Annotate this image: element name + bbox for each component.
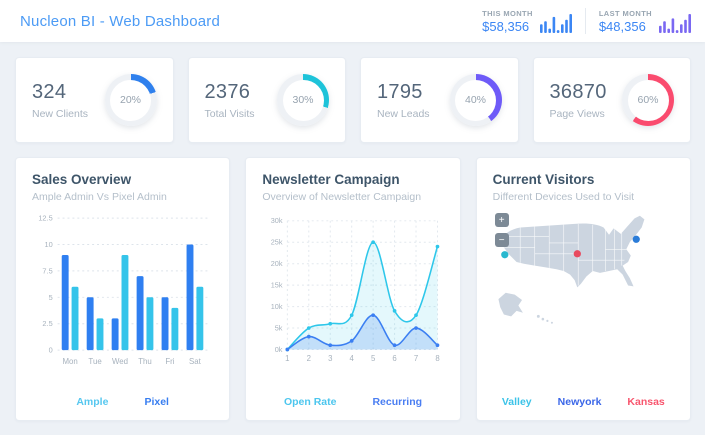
- legend-item-ample[interactable]: Ample: [76, 396, 108, 408]
- map-marker-newyork[interactable]: [632, 235, 640, 243]
- card-subtitle: Overview of Newsletter Campaign: [262, 191, 422, 203]
- stat-card-page-views: 36870 Page Views 60%: [532, 57, 691, 143]
- svg-text:5: 5: [49, 293, 53, 302]
- legend-item-pixel[interactable]: Pixel: [144, 396, 169, 408]
- svg-text:1: 1: [286, 354, 290, 363]
- stat-label: Page Views: [549, 107, 605, 120]
- progress-ring: 40%: [449, 74, 502, 126]
- stat-card-new-clients: 324 New Clients 20%: [15, 57, 174, 143]
- last-month-value: $48,356: [598, 18, 646, 34]
- sales-legend: Ample Pixel: [32, 396, 213, 408]
- stat-label: New Leads: [377, 107, 430, 120]
- svg-text:25k: 25k: [271, 238, 283, 247]
- last-month-label: LAST MONTH: [598, 8, 652, 18]
- zoom-in-button[interactable]: +: [494, 213, 509, 227]
- svg-text:Wed: Wed: [112, 357, 128, 366]
- app-title: Nucleon BI - Web Dashboard: [20, 12, 221, 30]
- us-map-container: + −: [493, 213, 674, 331]
- stat-label: New Clients: [32, 107, 89, 120]
- progress-ring: 20%: [104, 74, 157, 126]
- svg-text:7.5: 7.5: [42, 266, 52, 275]
- svg-text:2.5: 2.5: [42, 319, 52, 328]
- newsletter-line-chart: 1 2 3 4 5 6 7 8 0k 5k 10k 15k 20k 25k 30k: [271, 216, 440, 363]
- legend-item-newyork: Newyork: [557, 396, 602, 408]
- svg-text:Fri: Fri: [165, 357, 174, 366]
- last-month-sparkline-chart: [659, 13, 691, 33]
- zoom-out-button[interactable]: −: [494, 233, 509, 247]
- legend-item-kansas: Kansas: [627, 396, 665, 408]
- header-divider: [584, 8, 586, 34]
- sales-bar-chart: 0 2.5 5 7.5 10 12.5 Mon Tue Wed Thu Fri Sat: [38, 214, 208, 366]
- svg-text:20k: 20k: [271, 259, 283, 268]
- ring-percent: 40%: [464, 94, 486, 106]
- svg-text:5: 5: [371, 354, 375, 363]
- svg-text:8: 8: [436, 354, 440, 363]
- legend-item-valley: Valley: [501, 396, 532, 408]
- card-subtitle: Ample Admin Vs Pixel Admin: [32, 191, 167, 203]
- us-map-mainland: [501, 215, 645, 288]
- svg-text:12.5: 12.5: [38, 214, 52, 223]
- this-month-sparkline-chart: [539, 13, 572, 33]
- svg-text:Sat: Sat: [189, 357, 202, 366]
- stat-cards-row: 324 New Clients 20% 2376 Total Visits 30…: [15, 57, 691, 143]
- stat-value: 2376: [204, 80, 251, 103]
- svg-text:3: 3: [328, 354, 332, 363]
- svg-text:15k: 15k: [271, 281, 283, 290]
- progress-ring: 60%: [622, 74, 674, 126]
- last-month-stat: LAST MONTH $48,356: [599, 9, 691, 34]
- us-map: [498, 215, 645, 324]
- svg-text:0: 0: [49, 346, 53, 355]
- svg-text:10: 10: [44, 240, 52, 249]
- stat-card-total-visits: 2376 Total Visits 30%: [187, 57, 346, 143]
- ring-percent: 30%: [292, 94, 314, 106]
- svg-text:10k: 10k: [271, 302, 283, 311]
- svg-text:6: 6: [393, 354, 397, 363]
- svg-text:30k: 30k: [271, 216, 283, 225]
- current-visitors-card: Current Visitors Different Devices Used …: [475, 157, 691, 421]
- this-month-label: THIS MONTH: [482, 8, 533, 18]
- svg-text:4: 4: [350, 354, 355, 363]
- svg-text:Mon: Mon: [62, 357, 77, 366]
- legend-item-open-rate[interactable]: Open Rate: [284, 396, 337, 408]
- svg-text:Tue: Tue: [88, 357, 102, 366]
- svg-text:7: 7: [414, 354, 418, 363]
- this-month-value: $58,356: [482, 18, 530, 34]
- stat-card-new-leads: 1795 New Leads 40%: [360, 57, 519, 143]
- map-marker-kansas[interactable]: [573, 250, 581, 258]
- this-month-stat: THIS MONTH $58,356: [482, 9, 572, 34]
- newsletter-campaign-card: Newsletter Campaign Overview of Newslett…: [245, 157, 461, 421]
- header-month-stats: THIS MONTH $58,356 LAST MONTH $48,356: [482, 8, 691, 34]
- stat-value: 1795: [377, 80, 423, 103]
- stat-value: 36870: [549, 80, 607, 103]
- stat-value: 324: [32, 80, 67, 103]
- us-map-hawaii: [536, 314, 553, 324]
- us-map-alaska: [498, 292, 523, 317]
- app-header: Nucleon BI - Web Dashboard THIS MONTH $5…: [0, 0, 705, 42]
- card-title: Current Visitors: [492, 172, 595, 187]
- map-zoom-controls: + −: [494, 213, 509, 247]
- svg-text:2: 2: [307, 354, 311, 363]
- card-title: Newsletter Campaign: [262, 172, 400, 187]
- svg-text:Thu: Thu: [138, 357, 152, 366]
- newsletter-legend: Open Rate Recurring: [262, 396, 443, 408]
- card-title: Sales Overview: [32, 172, 132, 187]
- legend-item-recurring[interactable]: Recurring: [372, 396, 422, 408]
- ring-percent: 60%: [637, 94, 659, 106]
- svg-text:5k: 5k: [275, 323, 283, 332]
- chart-cards-row: Sales Overview Ample Admin Vs Pixel Admi…: [15, 157, 691, 421]
- card-subtitle: Different Devices Used to Visit: [492, 191, 635, 203]
- visitors-legend: Valley Newyork Kansas: [493, 396, 674, 408]
- sales-overview-card: Sales Overview Ample Admin Vs Pixel Admi…: [15, 157, 231, 421]
- progress-ring: 30%: [277, 74, 329, 126]
- map-marker-valley[interactable]: [500, 251, 509, 259]
- svg-text:0k: 0k: [275, 345, 283, 354]
- ring-percent: 20%: [119, 94, 141, 106]
- dashboard-main: 324 New Clients 20% 2376 Total Visits 30…: [0, 57, 705, 421]
- stat-label: Total Visits: [204, 107, 255, 120]
